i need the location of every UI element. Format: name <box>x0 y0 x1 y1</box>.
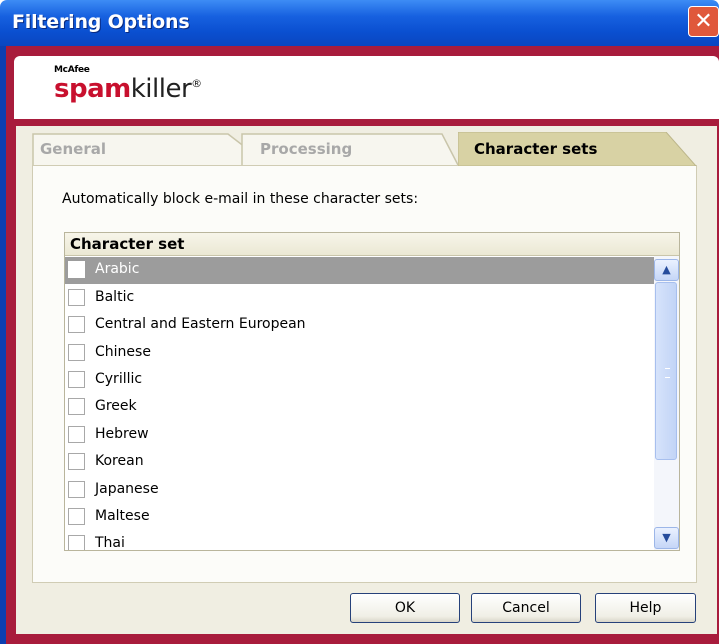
filtering-options-window: Filtering Options ✕ McAfee spamkiller® G… <box>0 0 719 644</box>
list-item-label: Thai <box>95 535 125 550</box>
list-item-label: Maltese <box>95 508 150 524</box>
list-item-label: Chinese <box>95 344 151 360</box>
logo-banner: McAfee spamkiller® <box>14 56 719 119</box>
list-item-chinese[interactable]: Chinese <box>65 340 654 367</box>
list-item-label: Korean <box>95 453 144 469</box>
tab-processing-label: Processing <box>260 140 353 158</box>
scroll-up-button[interactable]: ▲ <box>654 259 679 281</box>
checkbox[interactable] <box>68 453 85 470</box>
checkbox[interactable] <box>68 316 85 333</box>
checkbox[interactable] <box>68 344 85 361</box>
window-title: Filtering Options <box>12 11 190 33</box>
close-icon: ✕ <box>694 9 713 34</box>
checkbox[interactable] <box>68 426 85 443</box>
list-item-hebrew[interactable]: Hebrew <box>65 422 654 449</box>
checkbox[interactable] <box>68 481 85 498</box>
list-item-label: Cyrillic <box>95 371 143 387</box>
tab-general-label: General <box>40 140 106 158</box>
scroll-down-button[interactable]: ▼ <box>654 527 679 549</box>
logo-killer-part: killer <box>130 74 192 104</box>
logo-spam-part: spam <box>54 74 131 104</box>
chevron-down-icon: ▼ <box>662 531 671 544</box>
logo-registered-mark: ® <box>191 77 202 90</box>
list-item-greek[interactable]: Greek <box>65 394 654 421</box>
list-column-header[interactable]: Character set <box>65 233 679 256</box>
help-button[interactable]: Help <box>595 593 696 623</box>
close-button[interactable]: ✕ <box>688 6 719 37</box>
list-item-baltic[interactable]: Baltic <box>65 285 654 312</box>
checkbox[interactable] <box>68 289 85 306</box>
tab-processing[interactable]: Processing <box>238 132 458 165</box>
list-item-label: Greek <box>95 398 137 414</box>
list-item-label: Hebrew <box>95 426 149 442</box>
list-item-label: Central and Eastern European <box>95 316 306 332</box>
list-item-central-eastern-european[interactable]: Central and Eastern European <box>65 312 654 339</box>
list-item-label: Baltic <box>95 289 135 305</box>
checkbox[interactable] <box>68 508 85 525</box>
ok-button[interactable]: OK <box>350 593 460 623</box>
cancel-button[interactable]: Cancel <box>471 593 581 623</box>
list-item-maltese[interactable]: Maltese <box>65 504 654 531</box>
checkbox[interactable] <box>68 398 85 415</box>
column-header-label: Character set <box>70 235 185 253</box>
grip-icon <box>665 368 670 378</box>
list-item-korean[interactable]: Korean <box>65 449 654 476</box>
tab-general[interactable]: General <box>32 132 242 165</box>
checkbox[interactable] <box>68 261 85 278</box>
spamkiller-logo: spamkiller® <box>54 74 202 104</box>
list-item-label: Japanese <box>95 481 159 497</box>
chevron-up-icon: ▲ <box>662 263 671 276</box>
tab-character-sets[interactable]: Character sets <box>458 132 697 166</box>
instruction-text: Automatically block e-mail in these char… <box>62 191 419 207</box>
list-item-label: Arabic <box>95 261 140 277</box>
tab-character-sets-label: Character sets <box>474 140 598 158</box>
checkbox[interactable] <box>68 535 85 550</box>
vertical-scrollbar[interactable]: ▲ ▼ <box>654 256 679 550</box>
list-item-arabic[interactable]: Arabic <box>65 257 654 284</box>
title-bar[interactable]: Filtering Options ✕ <box>0 0 719 46</box>
scroll-thumb[interactable] <box>655 282 677 460</box>
checkbox[interactable] <box>68 371 85 388</box>
list-item-thai[interactable]: Thai <box>65 531 654 550</box>
list-item-japanese[interactable]: Japanese <box>65 477 654 504</box>
list-item-cyrillic[interactable]: Cyrillic <box>65 367 654 394</box>
